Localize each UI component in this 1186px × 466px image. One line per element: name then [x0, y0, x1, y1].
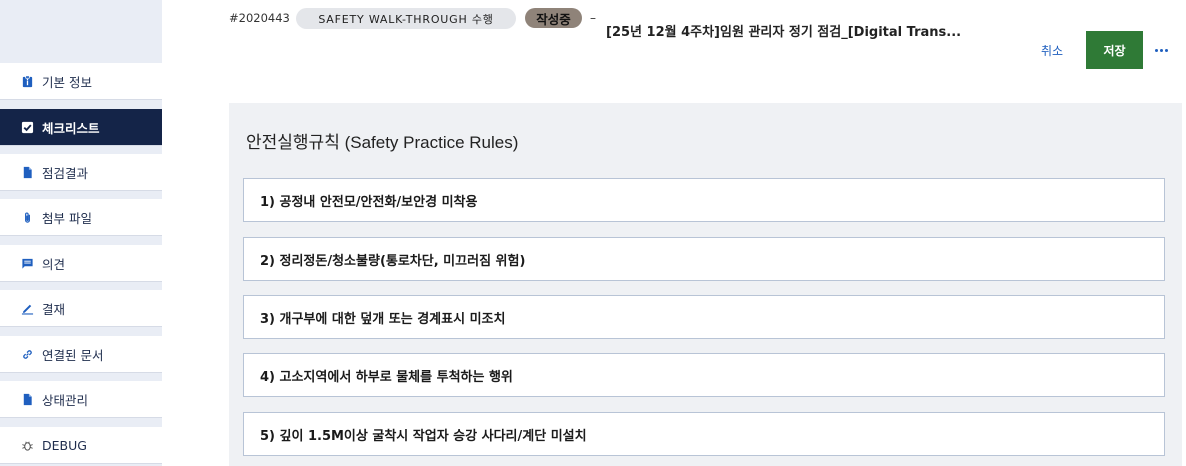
- link-icon: [20, 347, 34, 361]
- sidebar-item-debug[interactable]: DEBUG: [0, 427, 162, 464]
- rule-item[interactable]: 2) 정리정돈/청소불량(통로차단, 미끄러짐 위험): [243, 237, 1165, 281]
- cancel-button[interactable]: 취소: [1041, 42, 1063, 59]
- sidebar-item-inspection-result[interactable]: 점검결과: [0, 154, 162, 191]
- document-icon: [20, 392, 34, 406]
- more-horizontal-icon[interactable]: [1152, 40, 1170, 60]
- sidebar-item-checklist[interactable]: 체크리스트: [0, 109, 162, 146]
- sidebar-item-basic-info[interactable]: 기본 정보: [0, 63, 162, 100]
- bug-icon: [20, 438, 34, 452]
- section-title: 안전실행규칙 (Safety Practice Rules): [246, 133, 519, 152]
- document-id: #2020443: [229, 11, 290, 25]
- sidebar-item-label: 첨부 파일: [42, 210, 92, 226]
- document-icon: [20, 165, 34, 179]
- document-type-pill: SAFETY WALK-THROUGH 수행: [296, 8, 516, 29]
- paperclip-icon: [20, 210, 34, 224]
- status-badge: 작성중: [525, 8, 582, 28]
- title-separator: –: [590, 11, 596, 25]
- sidebar-item-status-management[interactable]: 상태관리: [0, 381, 162, 418]
- rule-item[interactable]: 1) 공정내 안전모/안전화/보안경 미착용: [243, 178, 1165, 222]
- comment-icon: [20, 256, 34, 270]
- sidebar-item-label: 의견: [42, 256, 66, 272]
- sidebar-item-label: 점검결과: [42, 165, 89, 181]
- sidebar-item-opinion[interactable]: 의견: [0, 245, 162, 282]
- sidebar-item-attachments[interactable]: 첨부 파일: [0, 199, 162, 236]
- sidebar-item-approval[interactable]: 결재: [0, 290, 162, 327]
- rule-item[interactable]: 3) 개구부에 대한 덮개 또는 경계표시 미조치: [243, 295, 1165, 339]
- sidebar-item-linked-docs[interactable]: 연결된 문서: [0, 336, 162, 373]
- info-clipboard-icon: [20, 74, 34, 88]
- sidebar-item-label: 체크리스트: [42, 120, 100, 136]
- sidebar: 기본 정보 체크리스트 점검결과 첨부 파일 의견 결재 연결된 문서 상태관리…: [0, 0, 162, 466]
- rule-item[interactable]: 4) 고소지역에서 하부로 물체를 투척하는 행위: [243, 353, 1165, 397]
- pen-icon: [20, 301, 34, 315]
- document-title: [25년 12월 4주차]임원 관리자 정기 점검_[Digital Trans…: [606, 25, 962, 40]
- sidebar-item-label: 기본 정보: [42, 74, 92, 90]
- sidebar-item-label: 상태관리: [42, 392, 89, 408]
- checkbox-icon: [20, 120, 34, 134]
- sidebar-item-label: DEBUG: [42, 437, 87, 453]
- save-button[interactable]: 저장: [1086, 31, 1143, 69]
- sidebar-item-label: 연결된 문서: [42, 347, 104, 363]
- rule-item[interactable]: 5) 깊이 1.5M이상 굴착시 작업자 승강 사다리/계단 미설치: [243, 412, 1165, 456]
- sidebar-item-label: 결재: [42, 301, 66, 317]
